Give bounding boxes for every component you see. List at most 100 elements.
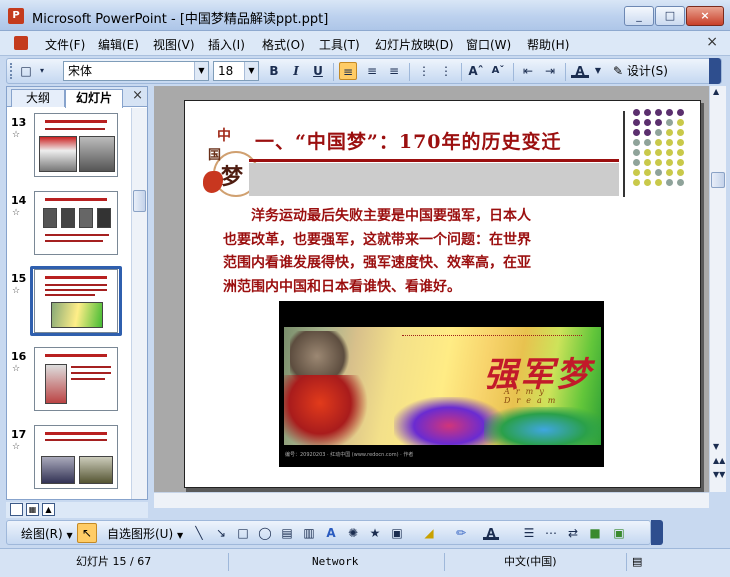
bold-button[interactable]: B [265,62,283,80]
slide-vertical-scrollbar[interactable]: ▲ ▼ ▲▲ ▼▼ [709,86,726,492]
align-right-button[interactable]: ≡ [385,62,403,80]
slide-horizontal-scrollbar[interactable] [154,492,709,508]
minimize-button[interactable]: _ [624,6,654,26]
underline-button[interactable]: U [309,62,327,80]
powerpoint-app-icon[interactable]: P [8,8,24,24]
dash-style-icon[interactable]: ⋯ [543,525,559,541]
toolbar-options-icon[interactable]: ▾ [33,62,51,80]
status-divider [444,553,445,571]
close-document-icon[interactable]: × [706,34,718,50]
current-slide[interactable]: 中 国 梦 一、“中国梦”：170年的历史变迁 洋务运动最后失败主要是中国要强军… [184,100,701,488]
menu-insert[interactable]: 插入(I) [208,36,245,53]
toolbar-divider [461,63,462,81]
numbering-icon[interactable]: ⋮ [415,62,433,80]
menu-help[interactable]: 帮助(H) [527,36,569,53]
slide-number: 15 [11,272,27,285]
menu-format[interactable]: 格式(O) [262,36,305,53]
slide-scroll-thumb[interactable] [711,172,725,188]
status-divider [228,553,229,571]
close-pane-icon[interactable]: × [132,88,143,103]
tab-outline[interactable]: 大纲 [11,89,65,107]
line-style-icon[interactable]: ☰ [521,525,537,541]
font-name-select[interactable]: 宋体 ▼ [63,61,209,81]
italic-button[interactable]: I [287,62,305,80]
decor-dot [655,129,662,136]
menu-tools[interactable]: 工具(T) [319,36,360,53]
autoshapes-button[interactable]: 自选图形(U) ▼ [107,525,183,542]
font-size-select[interactable]: 18 ▼ [213,61,259,81]
slide-thumbnail-15[interactable]: 15 ☆ [7,266,131,341]
slide-sorter-icon[interactable]: ▦ [26,503,39,516]
line-color-icon[interactable]: ✏ [453,525,469,541]
slide-body-text[interactable]: 洋务运动最后失败主要是中国要强军，日本人 也要改革，也要强军，这就带来一个问题：… [223,205,659,299]
shadow-style-icon[interactable]: ■ [587,525,603,541]
decor-dot [677,109,684,116]
scroll-down-icon[interactable]: ▼ [713,442,719,451]
decrease-indent-icon[interactable]: ⇤ [519,62,537,80]
bullets-icon[interactable]: ⋮ [437,62,455,80]
3d-style-icon[interactable]: ▣ [611,525,627,541]
rectangle-tool-icon[interactable]: □ [235,525,251,541]
decrease-font-size-icon[interactable]: Aˇ [489,62,507,80]
chevron-down-icon[interactable]: ▼ [194,62,208,80]
preview-title [45,276,107,279]
wordart-icon[interactable]: A [323,525,339,541]
align-center-button[interactable]: ≡ [363,62,381,80]
slide-thumbnail-17[interactable]: 17 ☆ [7,425,131,497]
menu-file[interactable]: 文件(F) [45,36,85,53]
scroll-up-icon[interactable]: ▲ [713,87,719,96]
chevron-down-icon: ▼ [66,531,73,540]
arrow-style-icon[interactable]: ⇄ [565,525,581,541]
diagram-icon[interactable]: ✺ [345,525,361,541]
oval-tool-icon[interactable]: ◯ [257,525,273,541]
chevron-down-icon[interactable]: ▼ [244,62,258,80]
increase-indent-icon[interactable]: ⇥ [541,62,559,80]
title-underline [249,159,619,162]
increase-font-size-icon[interactable]: Aˆ [467,62,485,80]
textbox-tool-icon[interactable]: ▤ [279,525,295,541]
menu-edit[interactable]: 编辑(E) [98,36,139,53]
slide-title[interactable]: 一、“中国梦”：170年的历史变迁 [255,127,562,154]
preview-text [45,294,95,296]
pane-scroll-thumb[interactable] [133,190,146,212]
arrow-tool-icon[interactable]: ↘ [213,525,229,541]
document-icon[interactable] [14,36,28,50]
slide-thumbnail-16[interactable]: 16 ☆ [7,347,131,419]
menu-slideshow[interactable]: 幻灯片放映(D) [375,36,454,53]
align-left-button[interactable]: ≡ [339,62,357,80]
next-slide-icon[interactable]: ▼▼ [713,470,725,479]
decor-dot [644,149,651,156]
decor-dot [644,159,651,166]
design-button[interactable]: ✎ 设计(S) [613,62,668,79]
close-button[interactable]: × [686,6,724,26]
army-dream-poster[interactable]: 强军梦 Army Dream 编号：20920203 · 红动中国 (www.r… [279,301,604,467]
previous-slide-icon[interactable]: ▲▲ [713,456,725,465]
tab-slides[interactable]: 幻灯片 [65,89,123,108]
line-tool-icon[interactable]: ╲ [191,525,207,541]
normal-view-icon[interactable] [10,503,23,516]
font-color-icon[interactable]: A [571,62,589,78]
chevron-down-icon[interactable]: ▼ [589,62,607,80]
pane-scrollbar[interactable] [131,108,147,499]
spelling-status-icon[interactable]: ▤ [632,552,642,572]
decor-dot [666,119,673,126]
slide-thumbnail-13[interactable]: 13 ☆ [7,113,131,185]
drawing-toolbar-options[interactable] [651,520,663,545]
vertical-textbox-icon[interactable]: ▥ [301,525,317,541]
font-color-icon[interactable]: A [483,525,499,540]
toolbar-grip[interactable] [10,63,13,79]
fill-color-icon[interactable]: ◢ [421,525,437,541]
select-objects-icon[interactable]: ↖ [77,523,97,543]
draw-menu-button[interactable]: 绘图(R) ▼ [21,525,73,542]
preview-image [39,136,77,172]
toolbar-options-chevron[interactable] [709,58,721,84]
menu-window[interactable]: 窗口(W) [466,36,511,53]
slideshow-view-icon[interactable]: ▲ [42,503,55,516]
clipart-icon[interactable]: ★ [367,525,383,541]
slide-thumbnail-14[interactable]: 14 ☆ [7,191,131,263]
preview-text [71,366,111,368]
picture-icon[interactable]: ▣ [389,525,405,541]
menu-view[interactable]: 视图(V) [153,36,195,53]
maximize-button[interactable]: □ [655,6,685,26]
view-switcher: ▦ ▲ [6,502,148,518]
